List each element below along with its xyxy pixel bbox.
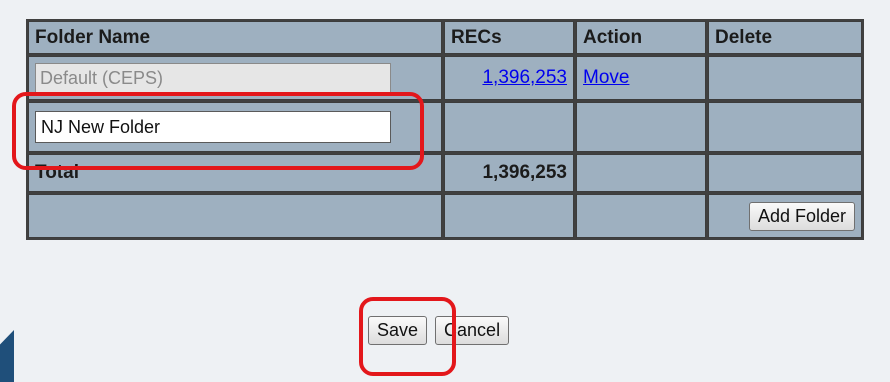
total-row: Total 1,396,253 xyxy=(28,154,862,192)
delete-cell xyxy=(708,154,862,192)
form-actions: Save Cancel xyxy=(368,316,510,345)
folder-name-cell xyxy=(28,102,442,152)
total-label: Total xyxy=(28,154,442,192)
action-cell: Move xyxy=(576,56,706,100)
empty-cell xyxy=(576,194,706,238)
action-cell xyxy=(576,154,706,192)
action-cell xyxy=(576,102,706,152)
recs-cell: 1,396,253 xyxy=(444,56,574,100)
delete-cell xyxy=(708,102,862,152)
recs-link[interactable]: 1,396,253 xyxy=(482,67,567,88)
save-button[interactable]: Save xyxy=(368,316,428,345)
folder-name-cell xyxy=(28,56,442,100)
total-recs: 1,396,253 xyxy=(444,154,574,192)
header-folder-name: Folder Name xyxy=(28,21,442,54)
folder-table: Folder Name RECs Action Delete 1,396,253… xyxy=(26,19,864,240)
recs-cell xyxy=(444,102,574,152)
default-folder-field xyxy=(35,63,391,93)
add-folder-cell: Add Folder xyxy=(708,194,862,238)
cancel-button[interactable]: Cancel xyxy=(435,316,510,345)
header-action: Action xyxy=(576,21,706,54)
add-folder-button[interactable]: Add Folder xyxy=(748,201,855,231)
table-row xyxy=(28,102,862,152)
table-row: 1,396,253 Move xyxy=(28,56,862,100)
new-folder-name-input[interactable] xyxy=(35,111,391,143)
table-row: Add Folder xyxy=(28,194,862,238)
empty-cell xyxy=(444,194,574,238)
header-delete: Delete xyxy=(708,21,862,54)
empty-cell xyxy=(28,194,442,238)
move-link[interactable]: Move xyxy=(583,67,629,88)
header-recs: RECs xyxy=(444,21,574,54)
delete-cell xyxy=(708,56,862,100)
